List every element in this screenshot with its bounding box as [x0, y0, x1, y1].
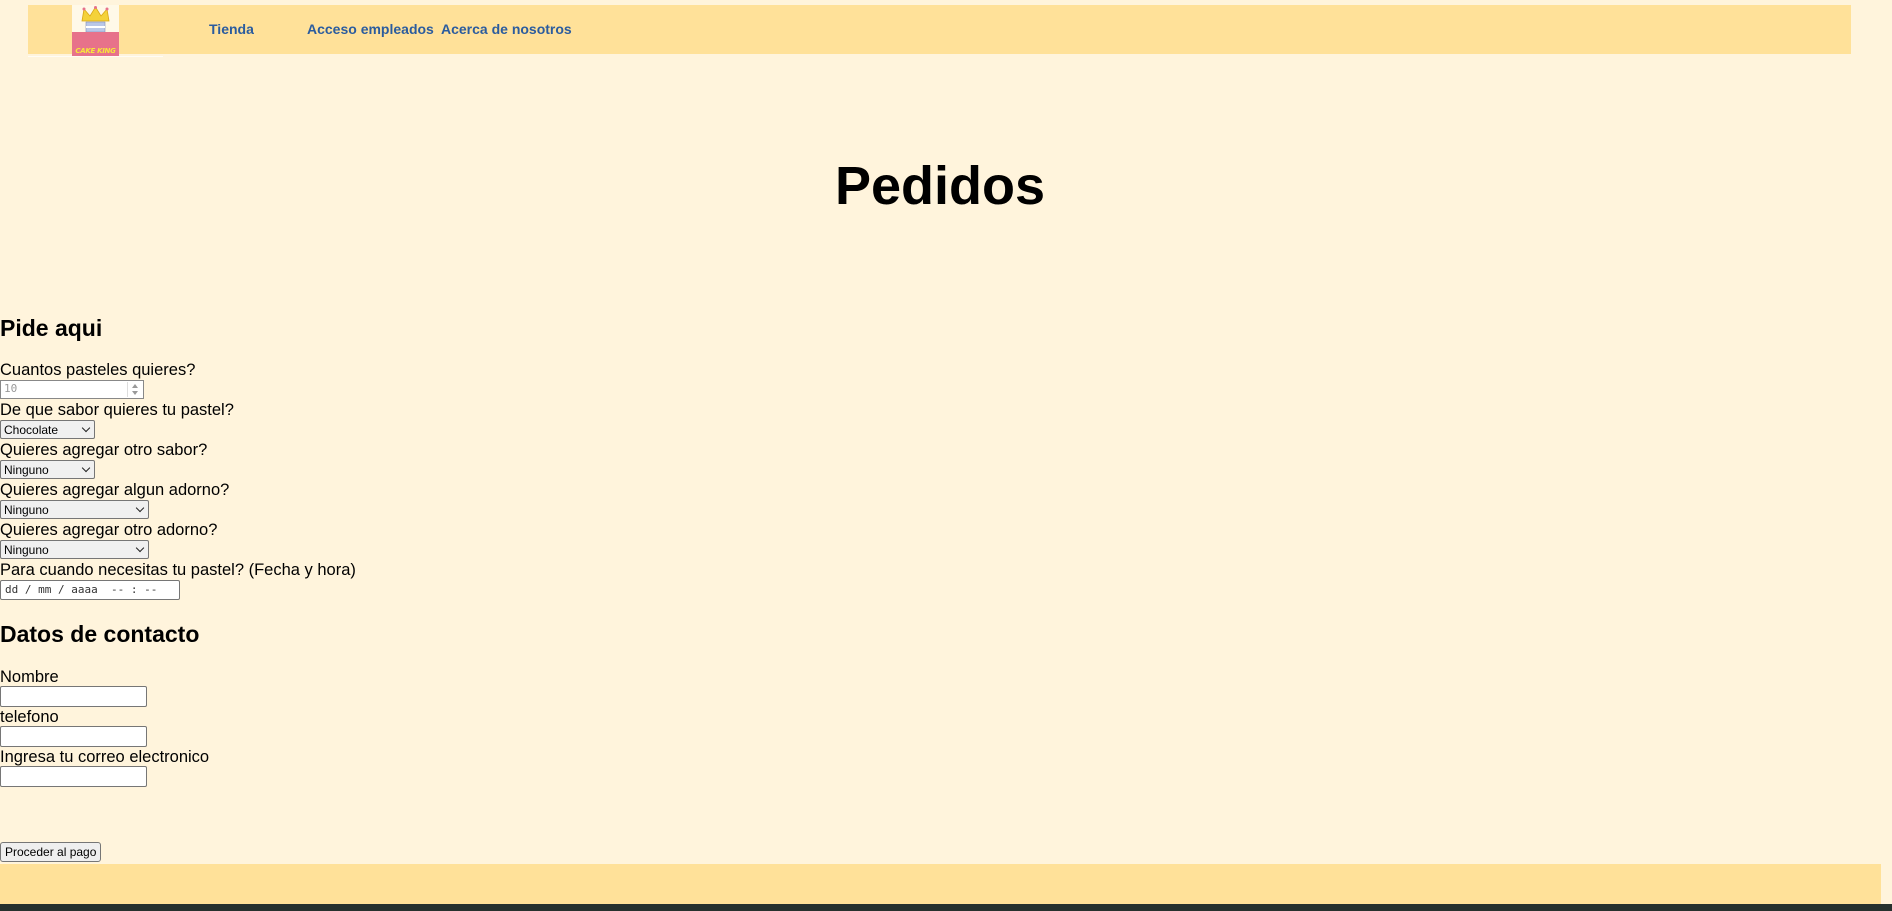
email-label: Ingresa tu correo electronico	[0, 748, 210, 766]
delivery-date-label: Para cuando necesitas tu pastel? (Fecha …	[0, 561, 356, 579]
spinner-arrows-icon[interactable]	[127, 382, 142, 397]
cake-king-logo[interactable]: CAKE KING	[72, 5, 119, 56]
name-input[interactable]	[0, 686, 147, 707]
second-decoration-select-value: Ninguno	[4, 543, 49, 557]
phone-input[interactable]	[0, 726, 147, 747]
contact-section-heading: Datos de contacto	[0, 621, 200, 647]
chevron-down-icon	[81, 463, 91, 473]
second-flavor-select-value: Ninguno	[4, 463, 49, 477]
delivery-datetime-input[interactable]: dd / mm / aaaa -- : --	[0, 580, 180, 600]
chevron-down-icon	[81, 423, 91, 433]
footer-bottom-strip	[0, 904, 1892, 911]
chevron-down-icon	[135, 543, 145, 553]
flavor-label: De que sabor quieres tu pastel?	[0, 401, 234, 419]
name-label: Nombre	[0, 668, 59, 686]
second-flavor-label: Quieres agregar otro sabor?	[0, 441, 208, 459]
flavor-select[interactable]: Chocolate	[0, 420, 95, 439]
second-decoration-label: Quieres agregar otro adorno?	[0, 521, 218, 539]
quantity-placeholder: 10	[4, 382, 18, 395]
second-decoration-select[interactable]: Ninguno	[0, 540, 149, 559]
flavor-select-value: Chocolate	[4, 423, 59, 437]
nav-link-acceso-empleados[interactable]: Acceso empleados	[307, 21, 434, 37]
phone-label: telefono	[0, 708, 59, 726]
crown-icon	[81, 6, 110, 33]
decoration-label: Quieres agregar algun adorno?	[0, 481, 230, 499]
quantity-label: Cuantos pasteles quieres?	[0, 361, 196, 379]
page-title: Pedidos	[834, 156, 1046, 216]
top-navigation-bar: CAKE KING Tienda Acceso empleados Acerca…	[28, 5, 1851, 57]
decoration-select[interactable]: Ninguno	[0, 500, 149, 519]
chevron-down-icon	[135, 503, 145, 513]
email-input[interactable]	[0, 766, 147, 787]
nav-link-tienda[interactable]: Tienda	[209, 21, 254, 37]
logo-container[interactable]: CAKE KING	[28, 5, 163, 57]
decoration-select-value: Ninguno	[4, 503, 49, 517]
proceed-to-payment-button[interactable]: Proceder al pago	[0, 842, 102, 862]
order-section-heading: Pide aqui	[0, 315, 103, 341]
footer	[0, 864, 1881, 904]
logo-brand-text: CAKE KING	[75, 47, 116, 55]
second-flavor-select[interactable]: Ninguno	[0, 460, 95, 479]
quantity-input[interactable]: 10	[0, 380, 144, 399]
nav-link-acerca-de-nosotros[interactable]: Acerca de nosotros	[441, 21, 572, 37]
